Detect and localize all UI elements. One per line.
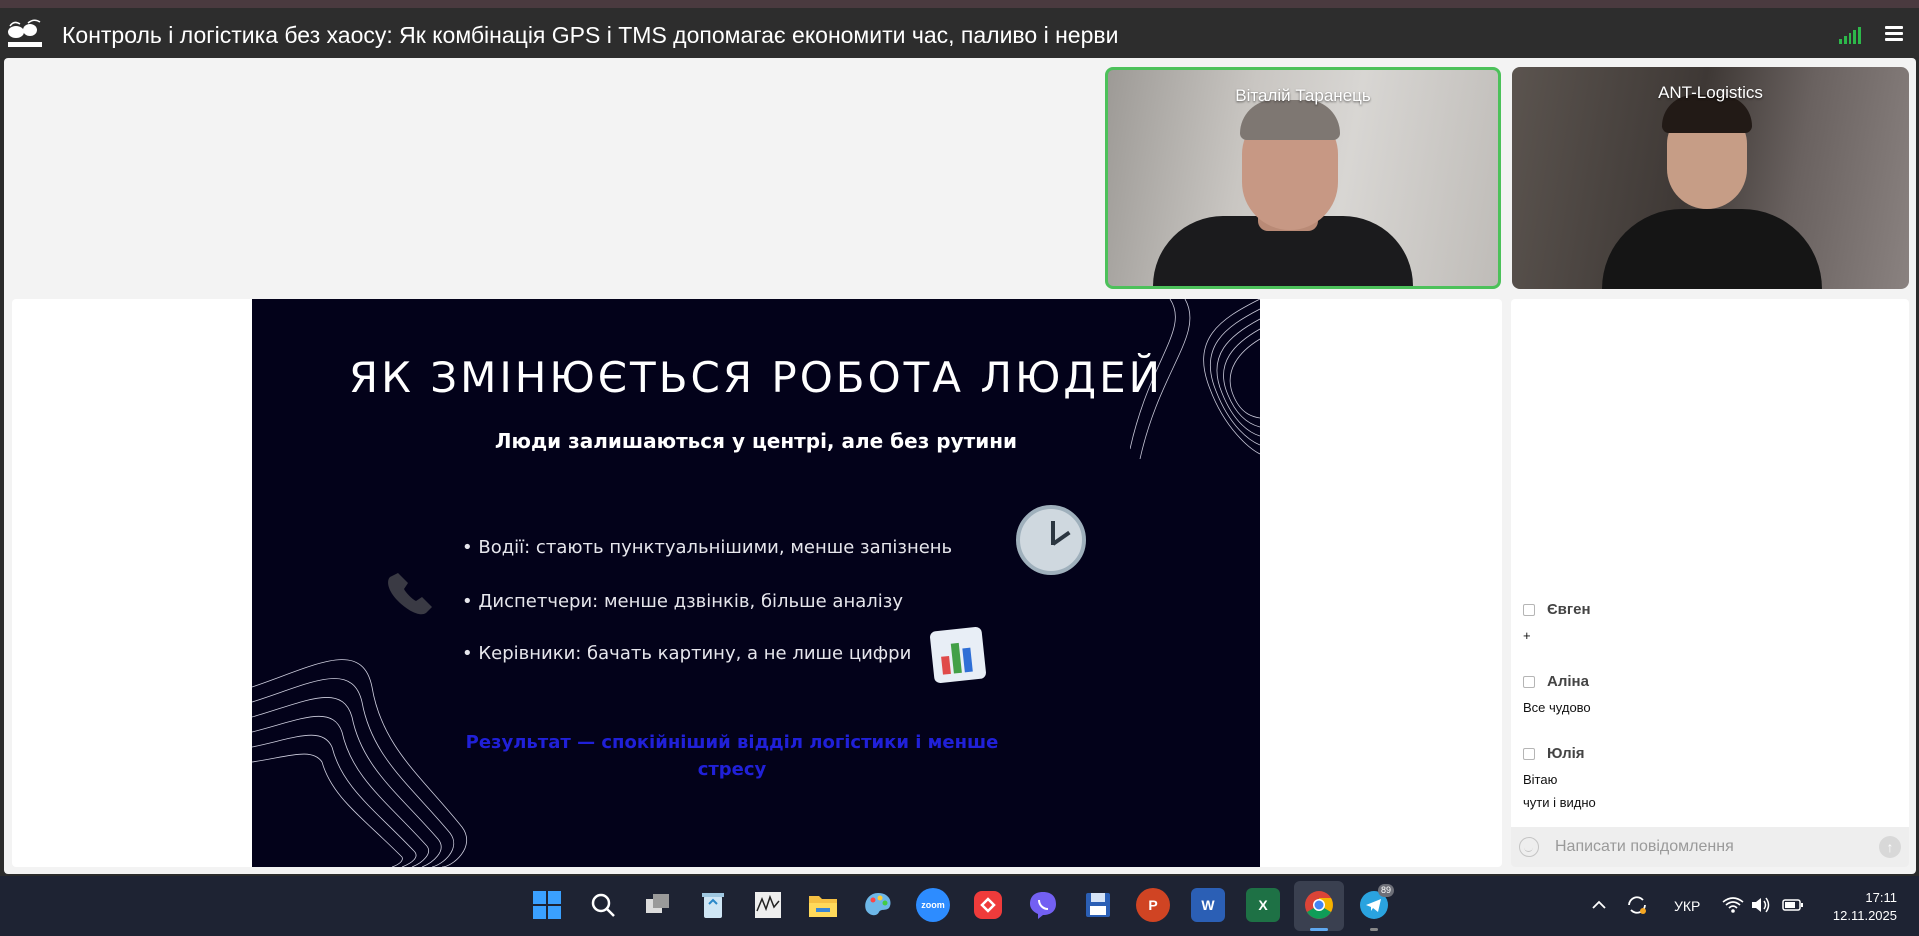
- emoji-icon[interactable]: [1519, 837, 1539, 857]
- clock-date: 12.11.2025: [1832, 908, 1897, 923]
- telegram-running-indicator: [1370, 928, 1378, 931]
- participant-name: ANT-Logistics: [1658, 83, 1763, 102]
- clock-time: 17:11: [1865, 890, 1897, 905]
- ant-logo-icon[interactable]: [4, 18, 46, 50]
- menu-icon[interactable]: [1885, 26, 1903, 42]
- slide-title: ЯК ЗМІНЮЄТЬСЯ РОБОТА ЛЮДЕЙ: [348, 353, 1164, 402]
- meeting-header: Контроль і логістика без хаосу: Як комбі…: [0, 8, 1919, 58]
- chat-message: Євген +: [1523, 601, 1591, 651]
- copy-icon[interactable]: [1523, 675, 1535, 688]
- zoom-icon[interactable]: zoom: [916, 888, 950, 922]
- file-explorer-icon[interactable]: [806, 888, 840, 922]
- message-text: Вітаю: [1523, 772, 1558, 787]
- chat-panel: Євген + Аліна Все чудово Юлія Вітаю чути…: [1511, 299, 1909, 867]
- stock-chart-icon[interactable]: [751, 888, 785, 922]
- search-icon[interactable]: [586, 888, 620, 922]
- participant-video-speaker[interactable]: Віталій Таранець: [1105, 67, 1501, 289]
- copy-icon[interactable]: [1523, 603, 1535, 616]
- chat-message-input[interactable]: [1555, 833, 1875, 861]
- slide-bullet: • Керівники: бачать картину, а не лише ц…: [462, 643, 912, 664]
- chat-message: Аліна Все чудово: [1523, 673, 1591, 723]
- participant-body: [1602, 209, 1822, 289]
- slide-bullet: • Диспетчери: менше дзвінків, більше ана…: [462, 591, 903, 612]
- language-indicator[interactable]: УКР: [1674, 898, 1700, 914]
- message-author: Аліна: [1547, 673, 1589, 690]
- anydesk-icon[interactable]: [971, 888, 1005, 922]
- slide-subtitle: Люди залишаються у центрі, але без рутин…: [494, 429, 1018, 453]
- clock-icon: [1016, 505, 1086, 575]
- wave-decoration: [252, 659, 468, 867]
- meeting-title: Контроль і логістика без хаосу: Як комбі…: [62, 22, 1119, 48]
- recycle-bin-icon[interactable]: [696, 888, 730, 922]
- message-text: Все чудово: [1523, 700, 1591, 715]
- powerpoint-icon[interactable]: P: [1136, 888, 1170, 922]
- telegram-unread-badge: 89: [1378, 884, 1395, 897]
- paint-icon[interactable]: [861, 888, 895, 922]
- start-icon[interactable]: [530, 888, 564, 922]
- message-author: Євген: [1547, 601, 1591, 618]
- chrome-running-indicator: [1310, 928, 1328, 931]
- message-author: Юлія: [1547, 745, 1585, 762]
- participant-video[interactable]: ANT-Logistics: [1512, 67, 1909, 289]
- sync-icon[interactable]: [1620, 888, 1654, 922]
- connection-signal-icon[interactable]: [1839, 26, 1861, 44]
- copy-icon[interactable]: [1523, 747, 1535, 760]
- chrome-icon[interactable]: [1302, 888, 1336, 922]
- presentation-slide: ЯК ЗМІНЮЄТЬСЯ РОБОТА ЛЮДЕЙ Люди залишают…: [252, 299, 1260, 867]
- message-text: чути і видно: [1523, 795, 1596, 810]
- phone-icon: [388, 573, 432, 615]
- chat-message: Юлія Вітаю чути і видно: [1523, 745, 1596, 818]
- window-top-strip: [0, 0, 1919, 8]
- message-text: +: [1523, 628, 1531, 643]
- bar-chart-icon: [929, 626, 987, 684]
- participant-name: Віталій Таранець: [1235, 86, 1371, 105]
- battery-icon[interactable]: [1776, 888, 1810, 922]
- word-icon[interactable]: W: [1191, 888, 1225, 922]
- slide-bullet: • Водії: стають пунктуальнішими, менше з…: [462, 537, 953, 558]
- slide-result: Результат — спокійніший відділ логістики…: [465, 732, 999, 780]
- task-view-icon[interactable]: [641, 888, 675, 922]
- send-icon[interactable]: ↑: [1879, 836, 1901, 858]
- excel-icon[interactable]: X: [1246, 888, 1280, 922]
- viber-icon[interactable]: [1026, 888, 1060, 922]
- volume-icon[interactable]: [1744, 888, 1778, 922]
- save-disk-icon[interactable]: [1081, 888, 1115, 922]
- chevron-up-icon[interactable]: [1582, 888, 1616, 922]
- participant-hair: [1240, 100, 1340, 140]
- windows-taskbar: zoom P W X 89 УКР 17:11 12.11.2025: [0, 876, 1919, 936]
- chat-input-bar: ↑: [1511, 827, 1909, 867]
- system-clock[interactable]: 17:11 12.11.2025: [1833, 889, 1897, 925]
